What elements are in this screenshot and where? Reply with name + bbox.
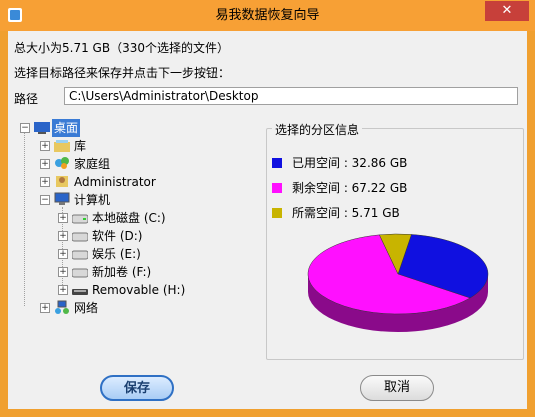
expand-icon[interactable]: + (58, 267, 68, 277)
expand-icon[interactable]: + (58, 231, 68, 241)
total-size-text: 总大小为5.71 GB（330个选择的文件） (14, 41, 229, 55)
title-bar: 易我数据恢复向导 ✕ (0, 0, 535, 31)
tree-node-drive-e[interactable]: + 娱乐 (E:) (8, 245, 208, 263)
desktop-icon (34, 122, 50, 134)
tree-label-drive-c: 本地磁盘 (C:) (92, 211, 166, 225)
expand-icon[interactable]: + (58, 213, 68, 223)
library-icon (54, 140, 70, 152)
legend-swatch-free (272, 183, 282, 193)
path-input[interactable] (64, 87, 518, 105)
tree-node-administrator[interactable]: + Administrator (8, 173, 188, 191)
tree-node-drive-c[interactable]: + 本地磁盘 (C:) (8, 209, 208, 227)
tree-node-homegroup[interactable]: + 家庭组 (8, 155, 148, 173)
instruction-text: 选择目标路径来保存并点击下一步按钮： (14, 66, 231, 80)
tree-label-homegroup: 家庭组 (74, 157, 111, 171)
tree-node-network[interactable]: + 网络 (8, 299, 128, 317)
tree-node-desktop[interactable]: − 桌面 (8, 119, 128, 137)
tree-label-drive-e: 娱乐 (E:) (92, 247, 141, 261)
tree-label-administrator: Administrator (74, 175, 156, 189)
expand-icon[interactable]: + (58, 249, 68, 259)
drive-icon (72, 268, 88, 278)
partition-pie-chart (307, 233, 489, 332)
expand-icon[interactable]: + (40, 303, 50, 313)
close-button[interactable]: ✕ (485, 1, 529, 21)
tree-label-drive-f: 新加卷 (F:) (92, 265, 152, 279)
removable-drive-icon (72, 289, 88, 295)
collapse-icon[interactable]: − (40, 195, 50, 205)
tree-label-computer: 计算机 (74, 193, 111, 207)
tree-label-network: 网络 (74, 301, 99, 315)
tree-label-drive-d: 软件 (D:) (92, 229, 143, 243)
dialog-body: 总大小为5.71 GB（330个选择的文件） 选择目标路径来保存并点击下一步按钮… (8, 31, 527, 409)
expand-icon[interactable]: + (58, 285, 68, 295)
legend-swatch-required (272, 208, 282, 218)
user-folder-icon (56, 176, 68, 187)
expand-icon[interactable]: + (40, 177, 50, 187)
drive-icon (72, 232, 88, 242)
window-title: 易我数据恢复向导 (215, 8, 320, 23)
tree-node-drive-d[interactable]: + 软件 (D:) (8, 227, 208, 245)
expand-icon[interactable]: + (40, 159, 50, 169)
legend-label-free: 剩余空间 : 67.22 GB (292, 181, 408, 195)
legend-swatch-used (272, 158, 282, 168)
expand-icon[interactable]: + (40, 141, 50, 151)
tree-label-desktop: 桌面 (52, 119, 81, 137)
homegroup-icon (55, 157, 69, 169)
tree-node-library[interactable]: + 库 (8, 137, 128, 155)
legend-label-required: 所需空间 : 5.71 GB (292, 206, 400, 220)
folder-tree[interactable]: − 桌面 + 库 + 家庭组 + Administrator − 计算机 + 本… (8, 115, 268, 315)
tree-node-drive-h[interactable]: + Removable (H:) (8, 281, 228, 299)
cancel-button[interactable]: 取消 (360, 375, 434, 401)
collapse-icon[interactable]: − (20, 123, 30, 133)
save-button[interactable]: 保存 (100, 375, 174, 401)
legend-label-used: 已用空间 : 32.86 GB (292, 156, 408, 170)
drive-icon (72, 250, 88, 260)
path-label: 路径 (14, 92, 39, 106)
tree-node-drive-f[interactable]: + 新加卷 (F:) (8, 263, 208, 281)
computer-icon (54, 192, 70, 205)
tree-node-computer[interactable]: − 计算机 (8, 191, 148, 209)
tree-label-drive-h: Removable (H:) (92, 283, 186, 297)
tree-label-library: 库 (74, 139, 87, 153)
network-icon (55, 300, 69, 314)
drive-icon (72, 214, 88, 224)
partition-info-title: 选择的分区信息 (272, 121, 363, 138)
